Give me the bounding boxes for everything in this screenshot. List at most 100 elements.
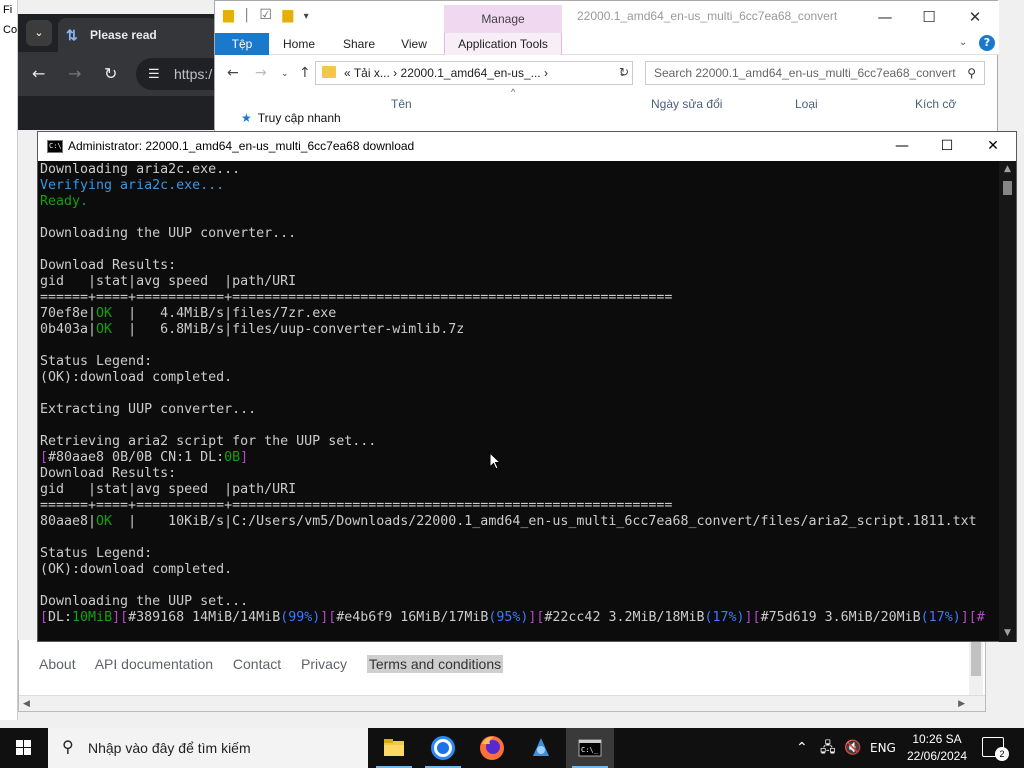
- folder-icon: [322, 66, 336, 78]
- expand-ribbon-icon[interactable]: ⌄: [959, 37, 967, 48]
- network-icon[interactable]: 🖧: [820, 728, 836, 768]
- console-text: Retrieving aria2 script for the UUP set.…: [40, 434, 377, 449]
- back-icon[interactable]: ←: [32, 64, 45, 83]
- taskbar-app-terminal[interactable]: C:\_: [566, 728, 614, 768]
- minimize-button[interactable]: —: [863, 5, 907, 29]
- scroll-down-icon[interactable]: ▼: [999, 625, 1016, 642]
- app-icon: [533, 738, 549, 756]
- console-text: 70ef8e|: [40, 306, 97, 321]
- crumb-folder[interactable]: 22000.1_amd64_en-us_...: [401, 66, 541, 80]
- scroll-thumb[interactable]: [971, 642, 981, 676]
- cmd-minimize-button[interactable]: —: [879, 132, 925, 161]
- cmd-maximize-button[interactable]: ☐: [924, 132, 970, 161]
- taskbar-app-chrome[interactable]: [419, 728, 467, 768]
- webpage-footer: About API documentation Contact Privacy …: [18, 640, 986, 712]
- manage-tab-header: Manage: [444, 5, 562, 33]
- console-line: 80aae8|OK | 10KiB/s|C:/Users/vm5/Downloa…: [40, 514, 1000, 530]
- console-text: Downloading the UUP converter...: [40, 226, 297, 241]
- cmd-vertical-scrollbar[interactable]: ▲ ▼: [999, 161, 1016, 642]
- volume-muted-icon[interactable]: 🔇: [844, 728, 861, 768]
- address-row: ← → ⌄ ↑ « Tải x... › 22000.1_amd64_en-us…: [215, 57, 999, 89]
- scroll-up-icon[interactable]: ▲: [999, 161, 1016, 178]
- start-button[interactable]: [0, 728, 48, 768]
- footer-link-api[interactable]: API documentation: [95, 656, 213, 672]
- close-button[interactable]: ✕: [953, 5, 997, 29]
- console-text: DL:: [48, 610, 73, 625]
- footer-link-contact[interactable]: Contact: [233, 656, 281, 672]
- console-text: (95%): [488, 610, 529, 625]
- clock[interactable]: 10:26 SA 22/06/2024: [900, 731, 974, 765]
- back-icon[interactable]: ←: [227, 65, 239, 81]
- column-size[interactable]: Kích cỡ: [915, 97, 956, 111]
- tab-search-button[interactable]: ⌄: [26, 20, 52, 46]
- footer-link-about[interactable]: About: [39, 656, 76, 672]
- notification-center-button[interactable]: 2: [982, 737, 1009, 761]
- console-line: [DL:10MiB][#389168 14MiB/14MiB(99%)][#e4…: [40, 610, 1000, 626]
- scroll-left-icon[interactable]: ◀: [23, 696, 30, 712]
- console-text: Status Legend:: [40, 354, 153, 369]
- forward-icon[interactable]: →: [255, 65, 267, 81]
- new-folder-icon[interactable]: ▆: [282, 7, 293, 23]
- taskbar-app-file-explorer[interactable]: [370, 728, 418, 768]
- forward-icon[interactable]: →: [68, 64, 81, 83]
- reload-icon[interactable]: ↻: [104, 64, 117, 83]
- console-text: Downloading aria2c.exe...: [40, 162, 241, 177]
- console-text: OK: [96, 514, 113, 529]
- column-type[interactable]: Loại: [795, 97, 818, 111]
- taskbar-search-input[interactable]: ⚲ Nhập vào đây để tìm kiếm: [48, 728, 368, 768]
- browser-window: ⌄ ⇅ Please read ← → ↻ ☰ https:/: [18, 14, 218, 130]
- clock-date: 22/06/2024: [906, 749, 968, 763]
- recent-locations-icon[interactable]: ⌄: [281, 69, 289, 79]
- console-text: [: [40, 610, 49, 625]
- refresh-icon[interactable]: ↻: [619, 65, 629, 79]
- help-icon[interactable]: ?: [979, 35, 995, 51]
- console-line: gid |stat|avg speed |path/URI: [40, 482, 1000, 498]
- console-line: Verifying aria2c.exe...: [40, 178, 1000, 194]
- tab-application-tools[interactable]: Application Tools: [444, 33, 562, 55]
- address-text: https:/: [174, 66, 213, 82]
- footer-link-terms[interactable]: Terms and conditions: [366, 655, 504, 673]
- footer-link-privacy[interactable]: Privacy: [301, 656, 347, 672]
- console-text: #80aae8 0B/0B CN:1 DL:: [48, 450, 225, 465]
- page-horizontal-scrollbar[interactable]: ◀ ▶: [19, 695, 985, 711]
- crumb-overflow[interactable]: «: [344, 66, 351, 80]
- crumb-separator[interactable]: ›: [393, 66, 397, 80]
- console-text: | 6.8MiB/s|files/uup-converter-wimlib.7z: [112, 322, 465, 337]
- properties-icon[interactable]: ☑: [259, 7, 272, 23]
- column-date-modified[interactable]: Ngày sửa đổi: [651, 97, 722, 111]
- taskbar-app-other[interactable]: [517, 728, 565, 768]
- crumb-separator[interactable]: ›: [544, 66, 548, 80]
- page-vertical-scrollbar[interactable]: [969, 640, 983, 696]
- console-line: (OK):download completed.: [40, 562, 1000, 578]
- browser-tab[interactable]: ⇅ Please read: [58, 18, 218, 52]
- console-text: gid |stat|avg speed |path/URI: [40, 274, 297, 289]
- customize-qat-icon[interactable]: ▾: [304, 11, 309, 22]
- cmd-close-button[interactable]: ✕: [970, 132, 1016, 161]
- console-text: Download Results:: [40, 258, 177, 273]
- maximize-button[interactable]: ☐: [907, 5, 951, 29]
- tab-view[interactable]: View: [393, 33, 435, 55]
- console-text: #22cc42 3.2MiB/18MiB: [544, 610, 705, 625]
- tab-home[interactable]: Home: [277, 33, 321, 55]
- crumb-downloads[interactable]: Tải x...: [354, 66, 390, 80]
- tab-file[interactable]: Tệp: [215, 33, 269, 55]
- search-input[interactable]: Search 22000.1_amd64_en-us_multi_6cc7ea6…: [645, 61, 985, 85]
- show-hidden-icons-icon[interactable]: ⌃: [796, 728, 808, 768]
- nav-quick-access[interactable]: ★ Truy cập nhanh: [241, 111, 341, 125]
- scroll-right-icon[interactable]: ▶: [958, 696, 965, 712]
- column-name[interactable]: Tên: [391, 97, 412, 111]
- cmd-icon: C:\: [47, 140, 63, 153]
- address-bar[interactable]: ☰ https:/: [136, 58, 218, 90]
- console-output[interactable]: Downloading aria2c.exe... Verifying aria2…: [40, 162, 1000, 640]
- site-info-icon[interactable]: ☰: [148, 58, 160, 90]
- language-indicator[interactable]: ENG: [870, 728, 896, 768]
- console-line: ​: [40, 210, 1000, 226]
- taskbar-app-firefox[interactable]: [468, 728, 516, 768]
- tab-share[interactable]: Share: [337, 33, 381, 55]
- up-icon[interactable]: ↑: [299, 65, 311, 81]
- console-text: (17%): [704, 610, 745, 625]
- address-breadcrumb[interactable]: « Tải x... › 22000.1_amd64_en-us_... › ⌄: [315, 61, 633, 85]
- console-line: Status Legend:: [40, 546, 1000, 562]
- console-text: ======+====+===========+================…: [40, 290, 673, 305]
- cmd-scroll-thumb[interactable]: [1003, 181, 1012, 195]
